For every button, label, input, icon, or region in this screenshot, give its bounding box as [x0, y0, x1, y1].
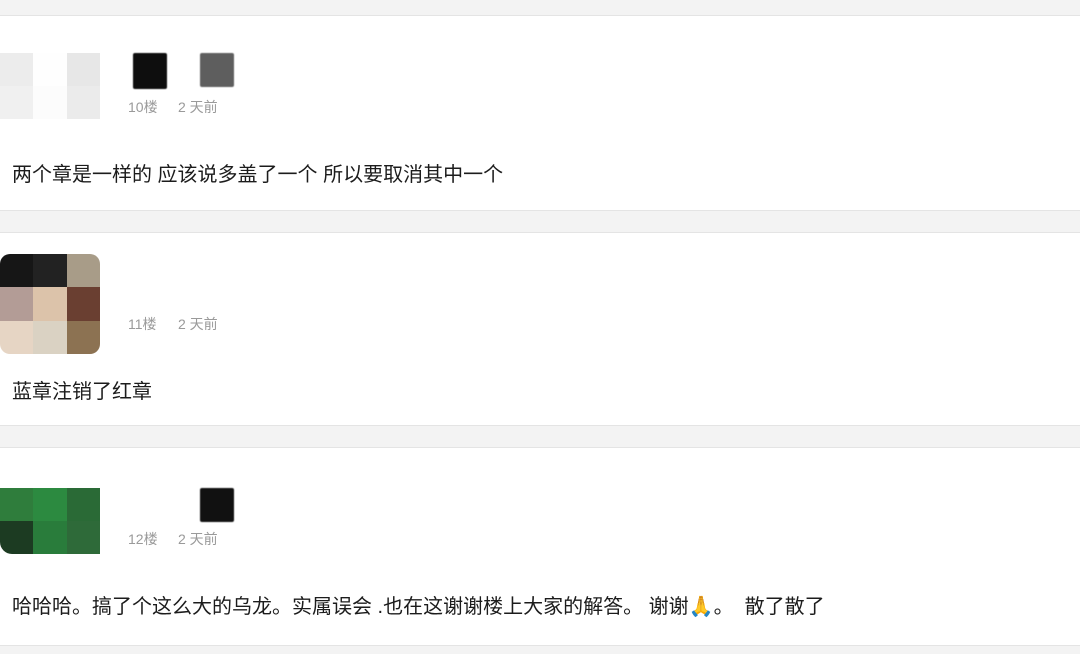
avatar[interactable] — [0, 53, 100, 119]
avatar[interactable] — [0, 254, 100, 354]
avatar-pixel — [33, 521, 67, 554]
avatar-pixel — [67, 521, 100, 554]
avatar-pixel — [0, 321, 33, 354]
avatar-pixel — [67, 488, 100, 521]
avatar-pixel — [67, 53, 100, 86]
comment-card: 12楼 2 天前 哈哈哈。搞了个这么大的乌龙。实属误会 .也在这谢谢楼上大家的解… — [0, 447, 1080, 646]
avatar-pixel — [33, 53, 67, 86]
avatar-pixel — [0, 521, 33, 554]
avatar-pixel — [0, 53, 33, 86]
post-time: 2 天前 — [178, 316, 218, 332]
avatar-pixel — [33, 287, 67, 321]
avatar-pixel — [0, 287, 33, 321]
avatar[interactable] — [0, 488, 100, 554]
post-time: 2 天前 — [178, 531, 218, 547]
avatar-pixel — [67, 254, 100, 287]
avatar-pixel — [33, 86, 67, 119]
floor-number: 11楼 — [128, 316, 157, 332]
avatar-pixel — [67, 321, 100, 354]
avatar-pixel — [33, 254, 67, 287]
avatar-pixel — [67, 287, 100, 321]
floor-number: 10楼 — [128, 99, 158, 115]
comment-card: 10楼 2 天前 两个章是一样的 应该说多盖了一个 所以要取消其中一个 — [0, 15, 1080, 211]
post-time: 2 天前 — [178, 99, 218, 115]
avatar-pixel — [67, 86, 100, 119]
avatar-pixel — [33, 321, 67, 354]
comment-card: 11楼 2 天前 蓝章注销了红章 — [0, 232, 1080, 426]
username-mosaic[interactable] — [200, 488, 234, 522]
floor-number: 12楼 — [128, 531, 158, 547]
avatar-pixel — [0, 488, 33, 521]
username-mosaic[interactable] — [200, 53, 234, 87]
username-mosaic[interactable] — [133, 53, 167, 89]
avatar-pixel — [33, 488, 67, 521]
comment-text: 蓝章注销了红章 — [12, 381, 152, 403]
avatar-pixel — [0, 254, 33, 287]
avatar-pixel — [0, 86, 33, 119]
comment-text: 哈哈哈。搞了个这么大的乌龙。实属误会 .也在这谢谢楼上大家的解答。 谢谢🙏。 散… — [12, 596, 825, 618]
comment-text: 两个章是一样的 应该说多盖了一个 所以要取消其中一个 — [12, 164, 504, 186]
